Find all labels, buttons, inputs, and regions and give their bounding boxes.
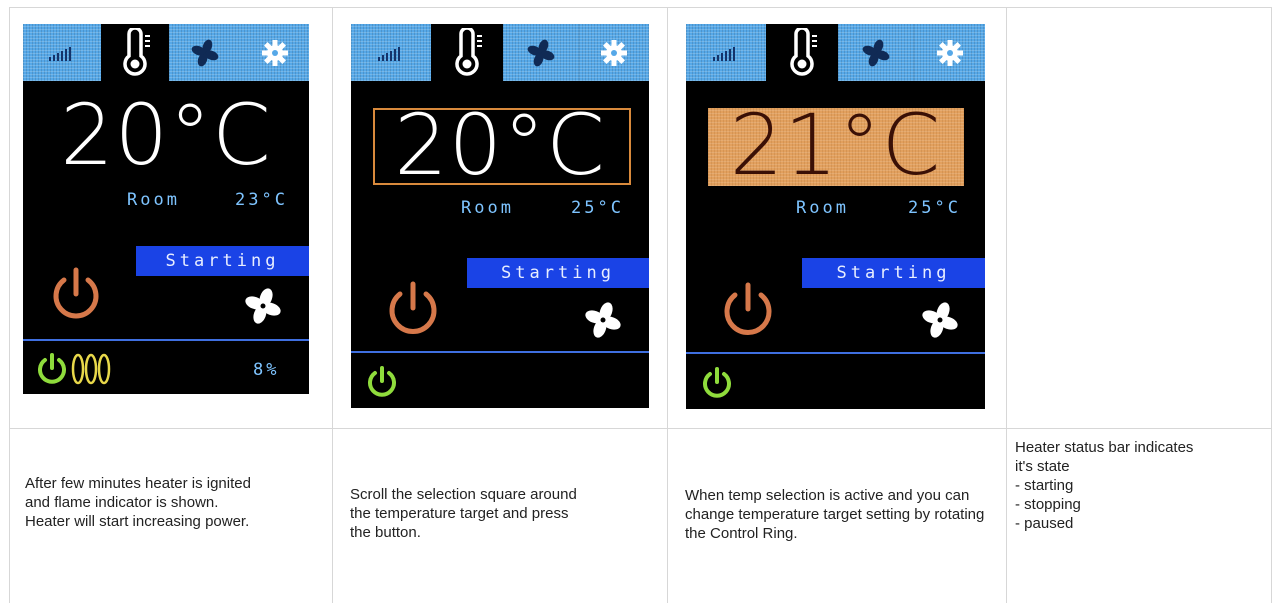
tab-signal[interactable] — [23, 24, 101, 81]
thermometer-icon — [790, 27, 817, 76]
device-screen-1: 20°C Room 23°C Starting 8% — [23, 24, 309, 394]
tab-fan[interactable] — [838, 24, 914, 81]
heater-status-bar: Starting — [136, 246, 309, 276]
device-screen-3: 21°C Room 25°C Starting — [686, 24, 985, 409]
status-divider — [23, 339, 309, 341]
tab-thermometer[interactable] — [101, 24, 169, 81]
signal-bars-icon — [378, 46, 400, 61]
room-label: Room — [796, 198, 849, 218]
status-divider — [351, 351, 649, 353]
table-border — [1006, 7, 1007, 603]
description-text: - starting — [1015, 477, 1074, 494]
room-temperature: 25°C — [571, 198, 624, 218]
heater-status-bar: Starting — [802, 258, 985, 288]
table-border — [9, 7, 10, 603]
device-screen-2: 20°C Room 25°C Starting — [351, 24, 649, 408]
tab-fan[interactable] — [503, 24, 579, 81]
description-text: Heater status bar indicates it's state — [1015, 439, 1194, 475]
description-text: Heater will start increasing power. — [25, 513, 250, 530]
tab-settings[interactable] — [579, 24, 649, 81]
gear-icon — [936, 39, 963, 66]
description-text: - paused — [1015, 515, 1074, 532]
tab-thermometer[interactable] — [766, 24, 838, 81]
power-icon — [38, 353, 66, 384]
table-border — [332, 7, 333, 603]
gear-icon — [601, 39, 627, 66]
layout-table: 20°C Room 23°C Starting 8% 20°C Room 25°… — [9, 7, 1272, 603]
status-divider — [686, 352, 985, 354]
heater-status-bar: Starting — [467, 258, 649, 288]
flame-coils-icon — [71, 353, 111, 385]
room-label: Room — [461, 198, 514, 218]
signal-bars-icon — [49, 46, 71, 61]
fan-icon[interactable] — [243, 286, 283, 326]
power-percent: 8% — [253, 360, 280, 380]
description-text: Scroll the selection square around the t… — [350, 486, 577, 541]
gear-icon — [262, 39, 288, 66]
tab-bar — [686, 24, 985, 81]
power-icon[interactable] — [383, 278, 443, 340]
thermometer-icon — [455, 27, 482, 76]
description-4: Heater status bar indicates it's state -… — [1015, 438, 1195, 533]
room-temperature: 23°C — [235, 190, 288, 210]
fan-icon[interactable] — [583, 300, 623, 340]
power-icon[interactable] — [718, 279, 778, 341]
fan-icon — [191, 39, 219, 66]
description-text: When temp selection is active and you ca… — [685, 487, 985, 542]
table-border — [667, 7, 668, 603]
setpoint-temperature[interactable]: 20°C — [23, 87, 309, 183]
tab-bar — [351, 24, 649, 81]
power-icon[interactable] — [48, 264, 104, 324]
setpoint-temperature[interactable]: 20°C — [351, 97, 649, 193]
tab-thermometer[interactable] — [431, 24, 503, 81]
tab-fan[interactable] — [169, 24, 241, 81]
tab-bar — [23, 24, 309, 81]
tab-settings[interactable] — [914, 24, 985, 81]
fan-icon — [527, 39, 555, 66]
tab-signal[interactable] — [351, 24, 431, 81]
room-label: Room — [127, 190, 180, 210]
description-3: When temp selection is active and you ca… — [685, 486, 990, 543]
table-border — [9, 428, 1272, 429]
setpoint-temperature[interactable]: 21°C — [686, 97, 985, 193]
table-border — [9, 7, 1272, 8]
power-icon — [368, 366, 396, 397]
description-text: After few minutes heater is ignited and … — [25, 475, 251, 511]
tab-signal[interactable] — [686, 24, 766, 81]
description-1: After few minutes heater is ignited and … — [25, 474, 275, 531]
signal-bars-icon — [713, 46, 735, 61]
power-icon — [703, 367, 731, 398]
thermometer-icon — [123, 27, 150, 76]
description-text: - stopping — [1015, 496, 1081, 513]
tab-settings[interactable] — [241, 24, 309, 81]
fan-icon[interactable] — [920, 300, 960, 340]
fan-icon — [862, 39, 890, 66]
description-2: Scroll the selection square around the t… — [350, 485, 590, 542]
room-temperature: 25°C — [908, 198, 961, 218]
